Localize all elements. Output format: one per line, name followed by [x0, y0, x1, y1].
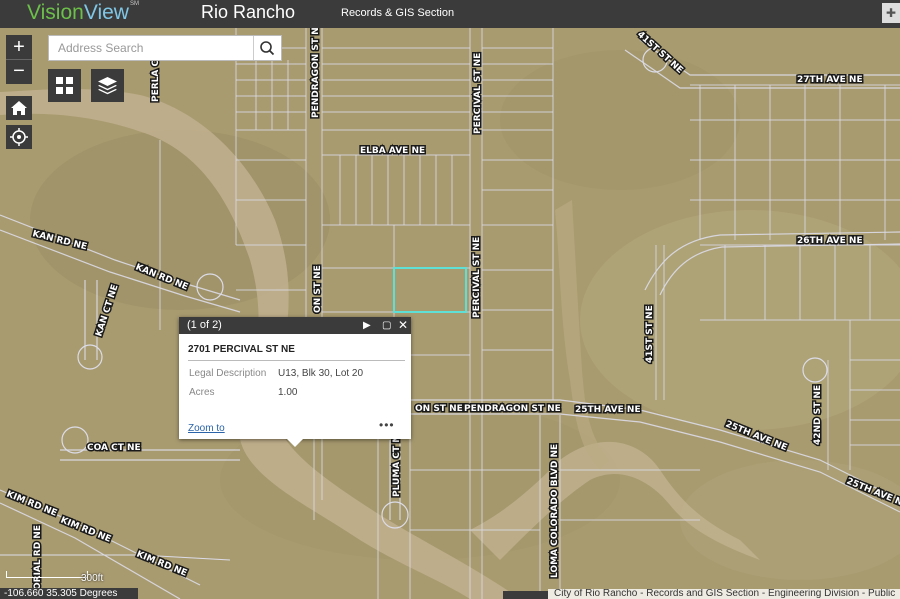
next-feature-icon[interactable]: ▶ — [363, 317, 371, 334]
close-icon[interactable]: ✕ — [398, 317, 408, 334]
aerial-imagery — [0, 28, 900, 599]
locate-icon — [10, 128, 28, 146]
map-attribution: City of Rio Rancho - Records and GIS Sec… — [548, 589, 900, 599]
more-actions-button[interactable]: ••• — [379, 418, 395, 432]
field-value: 1.00 — [278, 387, 298, 398]
map-view[interactable]: PERLA CT PENDRAGON ST NE PERCIVAL ST NE … — [0, 28, 900, 599]
address-search — [48, 35, 282, 61]
popup-pointer — [286, 438, 304, 447]
basemap-gallery-button[interactable] — [48, 69, 81, 102]
app-header: VisionViewSM Rio Rancho Records & GIS Se… — [0, 0, 900, 28]
search-button[interactable] — [253, 36, 281, 60]
maximize-icon[interactable]: ▢ — [382, 317, 391, 334]
home-icon — [11, 101, 27, 115]
popup-header: (1 of 2) ▶ ▢ ✕ — [179, 317, 411, 334]
zoom-out-button[interactable]: − — [6, 60, 32, 84]
popup-divider — [188, 360, 405, 361]
logo-vision-text: Vision — [27, 1, 84, 24]
scale-label: 300ft — [81, 573, 104, 584]
scale-bar — [6, 571, 88, 578]
field-label: Legal Description — [189, 368, 267, 379]
coordinate-readout: -106.660 35.305 Degrees — [0, 588, 138, 599]
feature-popup: (1 of 2) ▶ ▢ ✕ 2701 PERCIVAL ST NE Legal… — [179, 317, 411, 439]
section-title: Records & GIS Section — [341, 7, 455, 19]
layers-icon — [98, 77, 117, 95]
logo-view-text: View — [83, 1, 129, 24]
basemap-gallery-icon — [56, 77, 73, 94]
locate-button[interactable] — [6, 125, 32, 149]
field-value: U13, Blk 30, Lot 20 — [278, 368, 364, 379]
home-button[interactable] — [6, 96, 32, 120]
popup-title: 2701 PERCIVAL ST NE — [188, 344, 295, 355]
app-title: Rio Rancho — [201, 2, 296, 22]
layer-list-button[interactable] — [91, 69, 124, 102]
attribution-tab — [503, 591, 548, 599]
field-label: Acres — [189, 387, 215, 398]
vision-view-logo: VisionViewSM — [27, 1, 139, 25]
logo-service-mark: SM — [129, 1, 139, 7]
add-content-icon[interactable]: ✚ — [882, 3, 900, 23]
popup-feature-counter: (1 of 2) — [187, 319, 222, 331]
search-icon — [260, 41, 275, 56]
address-search-input[interactable] — [49, 36, 263, 60]
zoom-in-button[interactable]: + — [6, 35, 32, 60]
zoom-to-link[interactable]: Zoom to — [188, 423, 225, 434]
